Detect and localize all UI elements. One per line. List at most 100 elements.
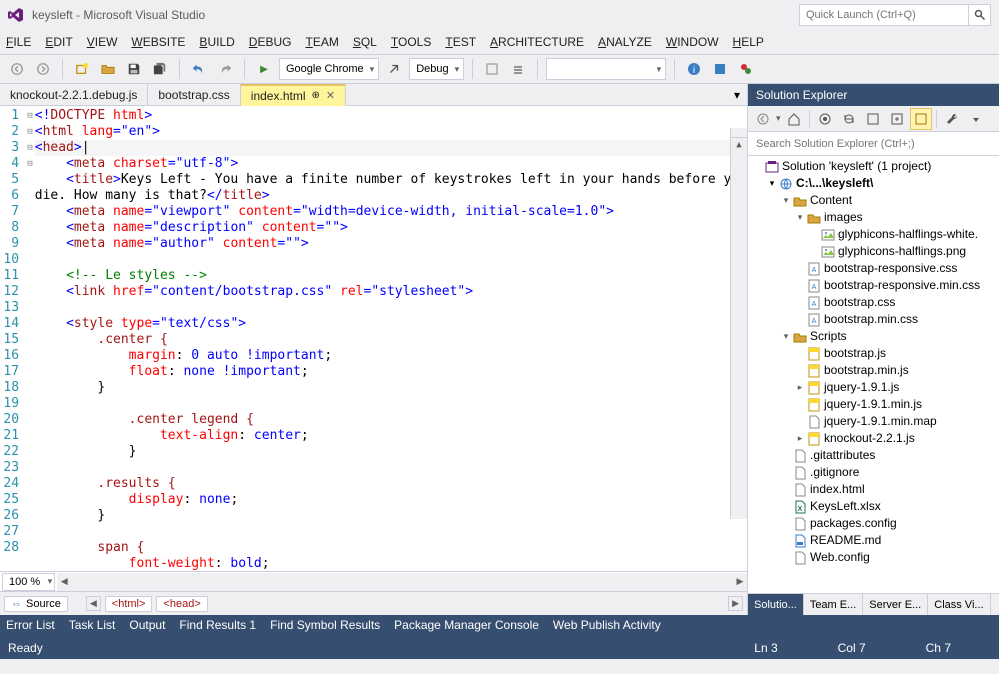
menu-file[interactable]: FILE	[6, 35, 31, 49]
zoom-selector[interactable]: 100 %	[2, 573, 55, 591]
extension-icon[interactable]	[709, 58, 731, 80]
tree-node[interactable]: ▾C:\...\keysleft\	[748, 175, 999, 192]
tree-node[interactable]: Abootstrap.css	[748, 294, 999, 311]
side-tab-0[interactable]: Solutio...	[748, 594, 804, 615]
new-project-button[interactable]	[71, 58, 93, 80]
nav-back-button[interactable]	[6, 58, 28, 80]
undo-button[interactable]	[188, 58, 210, 80]
nav-forward-button[interactable]	[32, 58, 54, 80]
tree-node[interactable]: .gitignore	[748, 464, 999, 481]
pin-icon[interactable]: ⊕	[312, 90, 320, 101]
tree-node[interactable]: ▸knockout-2.2.1.js	[748, 430, 999, 447]
bottom-tab-task-list[interactable]: Task List	[69, 618, 116, 635]
bottom-tab-web-publish-activity[interactable]: Web Publish Activity	[553, 618, 661, 635]
browser-selector[interactable]: Google Chrome▾	[279, 58, 379, 80]
doc-tab-index-html[interactable]: index.html⊕✕	[241, 84, 346, 106]
info-icon[interactable]: i	[683, 58, 705, 80]
scroll-up-icon[interactable]: ▲	[731, 138, 747, 152]
menu-help[interactable]: HELP	[733, 35, 764, 49]
menu-debug[interactable]: DEBUG	[249, 35, 292, 49]
side-tab-1[interactable]: Team E...	[804, 594, 863, 615]
tool-icon-b[interactable]	[507, 58, 529, 80]
expand-icon[interactable]: ▸	[794, 430, 806, 447]
crumb-head[interactable]: <head>	[156, 596, 207, 612]
close-icon[interactable]: ✕	[326, 89, 335, 102]
bottom-tab-find-symbol-results[interactable]: Find Symbol Results	[270, 618, 380, 635]
menu-team[interactable]: TEAM	[305, 35, 338, 49]
scroll-left-icon[interactable]: ◀	[57, 573, 71, 591]
se-refresh-icon[interactable]	[838, 108, 860, 130]
side-tab-2[interactable]: Server E...	[863, 594, 928, 615]
doc-tab-knockout-2-2-1-debug-js[interactable]: knockout-2.2.1.debug.js	[0, 84, 148, 105]
start-debug-button[interactable]: ▶	[253, 58, 275, 80]
se-properties-icon[interactable]	[910, 108, 932, 130]
menu-website[interactable]: WEBSITE	[131, 35, 185, 49]
mixed-icon[interactable]	[735, 58, 757, 80]
expand-icon[interactable]: ▾	[766, 175, 778, 192]
menu-test[interactable]: TEST	[445, 35, 476, 49]
menu-analyze[interactable]: ANALYZE	[598, 35, 652, 49]
tree-node[interactable]: glyphicons-halflings.png	[748, 243, 999, 260]
menu-architecture[interactable]: ARCHITECTURE	[490, 35, 584, 49]
scroll-right-icon[interactable]: ▶	[733, 573, 747, 591]
tree-node[interactable]: Abootstrap-responsive.min.css	[748, 277, 999, 294]
crumb-fwd-icon[interactable]: ▶	[728, 596, 743, 611]
bottom-tab-output[interactable]: Output	[129, 618, 165, 635]
open-file-button[interactable]	[97, 58, 119, 80]
horizontal-scrollbar[interactable]: ◀ ▶	[57, 573, 747, 591]
save-button[interactable]	[123, 58, 145, 80]
tree-node[interactable]: jquery-1.9.1.min.map	[748, 413, 999, 430]
tree-node[interactable]: .gitattributes	[748, 447, 999, 464]
se-collapse-icon[interactable]	[862, 108, 884, 130]
tool-dropdown[interactable]: ▾	[546, 58, 666, 80]
doc-tabs-dropdown-icon[interactable]: ▾	[727, 84, 747, 105]
tree-node[interactable]: index.html	[748, 481, 999, 498]
browser-link-button[interactable]	[383, 58, 405, 80]
quick-launch-input[interactable]	[799, 4, 969, 26]
expand-icon[interactable]: ▾	[780, 328, 792, 345]
save-all-button[interactable]	[149, 58, 171, 80]
tree-node[interactable]: Abootstrap-responsive.css	[748, 260, 999, 277]
tree-node[interactable]: ▾Content	[748, 192, 999, 209]
se-home-icon[interactable]	[783, 108, 805, 130]
vertical-scrollbar[interactable]: ▲	[730, 128, 747, 519]
code-editor[interactable]: 1234567891011121314151617181920212223242…	[0, 106, 747, 571]
config-selector[interactable]: Debug▾	[409, 58, 464, 80]
menu-edit[interactable]: EDIT	[45, 35, 72, 49]
bottom-tab-package-manager-console[interactable]: Package Manager Console	[394, 618, 539, 635]
expand-icon[interactable]: ▾	[794, 209, 806, 226]
tree-node[interactable]: Solution 'keysleft' (1 project)	[748, 158, 999, 175]
bottom-tab-find-results-1[interactable]: Find Results 1	[179, 618, 256, 635]
se-showall-icon[interactable]	[886, 108, 908, 130]
menu-view[interactable]: VIEW	[87, 35, 118, 49]
menu-window[interactable]: WINDOW	[666, 35, 719, 49]
tree-node[interactable]: XKeysLeft.xlsx	[748, 498, 999, 515]
bottom-tab-error-list[interactable]: Error List	[6, 618, 55, 635]
tree-node[interactable]: README.md	[748, 532, 999, 549]
crumb-back-icon[interactable]: ◀	[86, 596, 101, 611]
redo-button[interactable]	[214, 58, 236, 80]
side-tab-3[interactable]: Class Vi...	[928, 594, 990, 615]
solution-explorer-search-input[interactable]	[748, 132, 999, 155]
expand-icon[interactable]: ▾	[780, 192, 792, 209]
expand-icon[interactable]: ▸	[794, 379, 806, 396]
menu-sql[interactable]: SQL	[353, 35, 377, 49]
doc-tab-bootstrap-css[interactable]: bootstrap.css	[148, 84, 240, 105]
tree-node[interactable]: glyphicons-halflings-white.	[748, 226, 999, 243]
source-view-button[interactable]: ⇔Source	[4, 596, 68, 612]
solution-tree[interactable]: Solution 'keysleft' (1 project)▾C:\...\k…	[748, 156, 999, 593]
se-wrench-icon[interactable]	[941, 108, 963, 130]
quick-launch-search-button[interactable]	[969, 4, 991, 26]
se-more-icon[interactable]	[965, 108, 987, 130]
tree-node[interactable]: packages.config	[748, 515, 999, 532]
crumb-html[interactable]: <html>	[105, 596, 153, 612]
tree-node[interactable]: ▸jquery-1.9.1.js	[748, 379, 999, 396]
menu-tools[interactable]: TOOLS	[391, 35, 431, 49]
tree-node[interactable]: ▾Scripts	[748, 328, 999, 345]
se-sync-icon[interactable]	[814, 108, 836, 130]
menu-build[interactable]: BUILD	[199, 35, 234, 49]
tree-node[interactable]: ▾images	[748, 209, 999, 226]
split-icon[interactable]	[731, 128, 747, 138]
tree-node[interactable]: bootstrap.js	[748, 345, 999, 362]
tree-node[interactable]: Web.config	[748, 549, 999, 566]
